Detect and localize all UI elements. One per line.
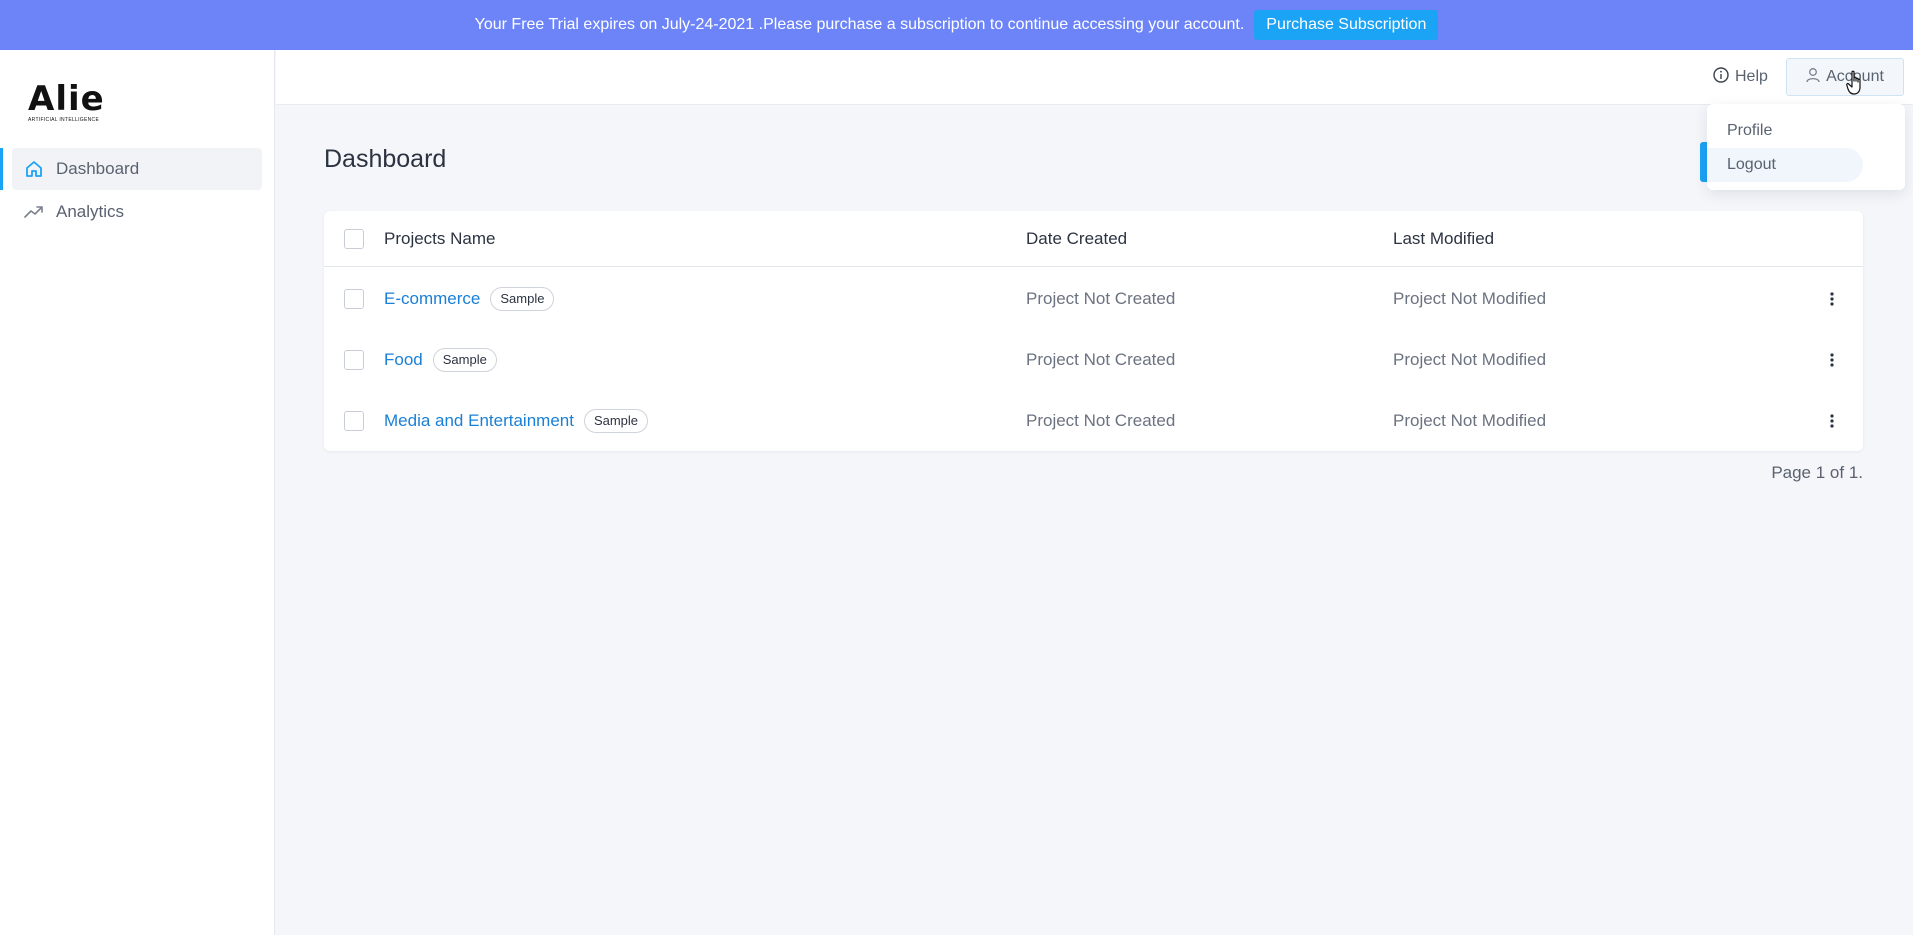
trial-message: Your Free Trial expires on July-24-2021 … — [474, 16, 1245, 33]
table-row: Food Sample Project Not Created Project … — [324, 329, 1863, 390]
more-options-icon[interactable] — [1824, 348, 1840, 372]
user-icon — [1806, 67, 1820, 88]
sidebar: Alie ARTIFICIAL INTELLIGENCE Dashboard A… — [0, 50, 275, 935]
logo[interactable]: Alie ARTIFICIAL INTELLIGENCE — [28, 79, 118, 123]
project-link[interactable]: Food — [384, 350, 423, 370]
last-modified-cell: Project Not Modified — [1393, 288, 1547, 308]
more-options-icon[interactable] — [1824, 287, 1840, 311]
date-created-cell: Project Not Created — [1026, 288, 1176, 308]
more-options-icon[interactable] — [1824, 409, 1840, 433]
row-checkbox[interactable] — [344, 349, 364, 370]
info-icon — [1713, 66, 1729, 88]
date-created-cell: Project Not Created — [1026, 349, 1176, 369]
row-checkbox[interactable] — [344, 288, 364, 309]
last-modified-cell: Project Not Modified — [1393, 349, 1547, 369]
top-bar — [276, 50, 1913, 105]
hand-pointer-icon — [1846, 70, 1866, 96]
sidebar-item-dashboard[interactable]: Dashboard — [0, 148, 262, 190]
last-modified-cell: Project Not Modified — [1393, 410, 1547, 430]
page-title: Dashboard — [324, 145, 447, 173]
row-checkbox[interactable] — [344, 410, 364, 431]
select-all-checkbox[interactable] — [344, 229, 364, 249]
logo-text: Alie — [28, 79, 105, 119]
purchase-subscription-button[interactable]: Purchase Subscription — [1254, 10, 1439, 40]
table-row: E-commerce Sample Project Not Created Pr… — [324, 268, 1863, 329]
trial-banner: Your Free Trial expires on July-24-2021 … — [0, 0, 1913, 50]
project-name-cell: Food Sample — [384, 347, 497, 372]
column-header-last-modified[interactable]: Last Modified — [1393, 229, 1494, 249]
menu-item-profile[interactable]: Profile — [1707, 114, 1863, 148]
date-created-cell: Project Not Created — [1026, 410, 1176, 430]
project-link[interactable]: E-commerce — [384, 289, 480, 309]
project-name-cell: Media and Entertainment Sample — [384, 408, 649, 433]
column-header-date-created[interactable]: Date Created — [1026, 229, 1127, 249]
sidebar-item-label: Analytics — [56, 202, 125, 221]
sample-badge: Sample — [432, 347, 497, 372]
sidebar-nav: Dashboard Analytics — [0, 148, 275, 234]
column-header-name[interactable]: Projects Name — [384, 229, 495, 249]
account-button[interactable]: Account — [1786, 58, 1904, 96]
projects-table: Projects Name Date Created Last Modified… — [324, 211, 1863, 451]
sidebar-item-label: Dashboard — [56, 159, 140, 178]
table-row: Media and Entertainment Sample Project N… — [324, 390, 1863, 451]
help-label: Help — [1735, 68, 1768, 85]
menu-item-logout[interactable]: Logout — [1707, 148, 1863, 182]
trending-up-icon — [24, 202, 44, 222]
project-name-cell: E-commerce Sample — [384, 286, 555, 311]
sidebar-item-analytics[interactable]: Analytics — [12, 191, 262, 233]
project-link[interactable]: Media and Entertainment — [384, 411, 574, 431]
sample-badge: Sample — [490, 286, 555, 311]
sample-badge: Sample — [583, 408, 649, 433]
account-dropdown-menu: Profile Logout — [1707, 104, 1905, 190]
home-icon — [24, 159, 44, 179]
help-link[interactable]: Help — [1713, 64, 1768, 90]
pagination-text: Page 1 of 1. — [1771, 463, 1863, 482]
table-header-row: Projects Name Date Created Last Modified — [324, 211, 1863, 267]
